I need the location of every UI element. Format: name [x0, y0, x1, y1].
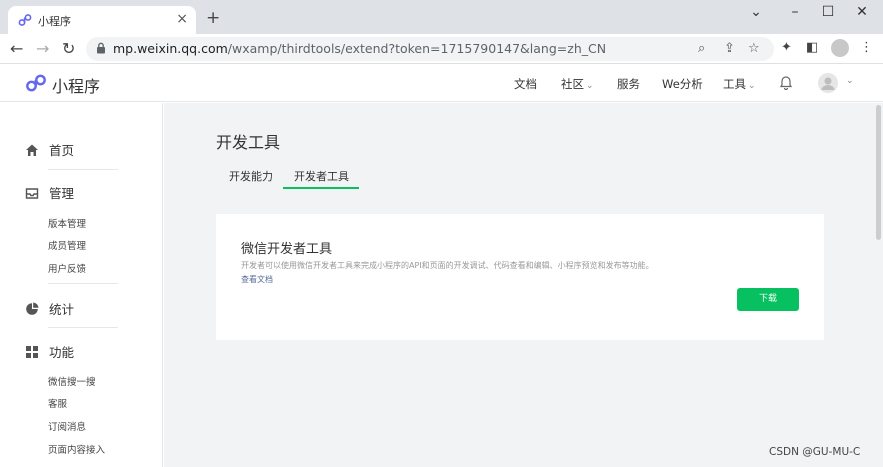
nav-we-analytics[interactable]: We分析	[662, 76, 703, 92]
nav-docs[interactable]: 文档	[514, 76, 537, 92]
browser-toolbar: ← → ↻ mp.weixin.qq.com/wxamp/thirdtools/…	[0, 34, 883, 64]
menu-icon[interactable]: ⋮	[860, 40, 873, 55]
nav-community[interactable]: 社区 ⌄	[561, 76, 594, 92]
sidebar-item-customer-service[interactable]: 客服	[48, 396, 67, 410]
reload-icon[interactable]: ↻	[62, 39, 75, 58]
view-docs-link[interactable]: 查看文档	[241, 274, 273, 285]
url-host: mp.weixin.qq.com	[113, 41, 228, 56]
minimize-icon[interactable]: –	[787, 4, 803, 20]
sidebar-group-label: 首页	[49, 143, 75, 158]
sidebar-group-home[interactable]: 首页	[25, 140, 74, 159]
sidebar-item-search[interactable]: 微信搜一搜	[48, 374, 96, 388]
miniprogram-favicon-icon	[18, 14, 32, 26]
nav-services[interactable]: 服务	[617, 76, 640, 92]
tab-search-icon[interactable]: ⌄	[748, 4, 764, 20]
lock-icon	[97, 42, 105, 54]
page-content: 首页 管理 版本管理 成员管理 用户反馈 统计 功能 微信搜一搜 客服 订阅消息…	[0, 103, 883, 467]
sidebar: 首页 管理 版本管理 成员管理 用户反馈 统计 功能 微信搜一搜 客服 订阅消息…	[0, 103, 163, 467]
star-icon[interactable]: ☆	[748, 41, 760, 56]
sidebar-divider	[48, 283, 118, 284]
nav-tools-label: 工具	[723, 77, 746, 91]
nav-community-label: 社区	[561, 77, 584, 91]
active-tab-indicator	[283, 187, 359, 189]
maximize-icon[interactable]: ☐	[820, 4, 836, 20]
inbox-icon	[25, 188, 39, 199]
sidebar-group-label: 统计	[49, 302, 75, 317]
sidebar-divider	[48, 327, 118, 328]
tab-dev-capability[interactable]: 开发能力	[229, 168, 273, 184]
sidebar-group-features[interactable]: 功能	[25, 342, 74, 361]
brand-name[interactable]: 小程序	[52, 73, 100, 97]
main-panel: 开发工具 开发能力 开发者工具 微信开发者工具 开发者可以使用微信开发者工具来完…	[164, 103, 883, 467]
chevron-down-icon: ⌄	[748, 81, 756, 91]
pie-chart-icon	[26, 302, 39, 315]
extensions-icon[interactable]: ✦	[781, 40, 792, 55]
user-icon	[821, 77, 835, 90]
profile-icon[interactable]	[831, 39, 849, 57]
zoom-icon[interactable]: ⌕	[698, 41, 705, 56]
devtools-card: 微信开发者工具 开发者可以使用微信开发者工具来完成小程序的API和页面的开发调试…	[216, 214, 824, 340]
sidebar-item-subscribe-message[interactable]: 订阅消息	[48, 419, 86, 433]
page-title: 开发工具	[216, 133, 281, 152]
sidebar-group-label: 管理	[49, 186, 75, 201]
nav-tools[interactable]: 工具 ⌄	[723, 76, 756, 92]
browser-tab[interactable]: 小程序 ×	[8, 6, 196, 34]
chevron-down-icon[interactable]: ⌄	[846, 76, 854, 86]
sidebar-item-members[interactable]: 成员管理	[48, 238, 86, 252]
watermark: CSDN @GU-MU-C	[769, 446, 861, 458]
forward-icon[interactable]: →	[36, 39, 49, 58]
close-window-icon[interactable]: ✕	[854, 4, 870, 20]
tab-dev-tools[interactable]: 开发者工具	[294, 168, 349, 184]
sidebar-item-page-content[interactable]: 页面内容接入	[48, 442, 105, 456]
site-header: 小程序 文档 社区 ⌄ 服务 We分析 工具 ⌄ ⌄	[0, 64, 883, 102]
sidebar-item-feedback[interactable]: 用户反馈	[48, 261, 86, 275]
miniprogram-logo-icon[interactable]	[25, 73, 47, 93]
url-path: /wxamp/thirdtools/extend?token=171579014…	[227, 41, 607, 56]
share-icon[interactable]: ⇪	[724, 41, 735, 56]
browser-tabstrip: 小程序 × + ⌄ – ☐ ✕	[0, 0, 883, 34]
url-text: mp.weixin.qq.com/wxamp/thirdtools/extend…	[113, 41, 606, 56]
bell-icon[interactable]	[779, 74, 793, 90]
card-title: 微信开发者工具	[241, 242, 333, 257]
sidebar-item-version[interactable]: 版本管理	[48, 216, 86, 230]
sidebar-group-manage[interactable]: 管理	[25, 183, 74, 202]
download-button[interactable]: 下载	[737, 288, 799, 311]
card-description: 开发者可以使用微信开发者工具来完成小程序的API和页面的开发调试、代码查看和编辑…	[241, 261, 654, 270]
tab-close-icon[interactable]: ×	[176, 11, 188, 27]
sidebar-divider	[48, 169, 118, 170]
back-icon[interactable]: ←	[10, 39, 23, 58]
sidebar-group-stats[interactable]: 统计	[25, 299, 74, 318]
scrollbar[interactable]	[876, 105, 881, 240]
address-bar[interactable]: mp.weixin.qq.com/wxamp/thirdtools/extend…	[86, 37, 774, 61]
grid-icon	[26, 346, 38, 358]
chevron-down-icon: ⌄	[586, 81, 594, 91]
tab-title: 小程序	[38, 15, 71, 28]
sidebar-group-label: 功能	[49, 345, 75, 360]
home-icon	[26, 144, 38, 156]
new-tab-icon[interactable]: +	[206, 8, 220, 28]
avatar[interactable]	[818, 73, 838, 93]
sidepanel-icon[interactable]: ◧	[806, 40, 818, 55]
